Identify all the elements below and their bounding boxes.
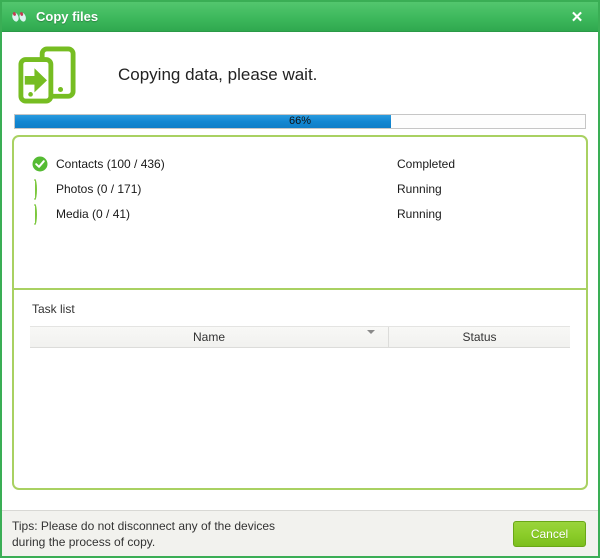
list-item: Photos (0 / 171) Running [32, 176, 568, 201]
window-title: Copy files [36, 9, 98, 24]
column-status-label: Status [462, 330, 496, 344]
progress-bar: 66% [14, 114, 586, 129]
tips-line2: during the process of copy. [12, 534, 275, 550]
list-item: Contacts (100 / 436) Completed [32, 151, 568, 176]
progress-percent-label: 66% [15, 115, 585, 128]
titlebar: Copy files ✕ [2, 2, 598, 32]
column-name-label: Name [193, 330, 225, 344]
progress-wrap: 66% [2, 110, 598, 129]
task-list-title: Task list [30, 300, 570, 326]
category-status: Running [397, 182, 442, 196]
category-status: Completed [397, 157, 455, 171]
cancel-button-label: Cancel [531, 527, 568, 541]
copy-files-dialog: Copy files ✕ Copying data, please wait. … [0, 0, 600, 558]
check-circle-icon [32, 156, 48, 172]
copy-status-message: Copying data, please wait. [118, 65, 317, 85]
spinner-icon [32, 181, 48, 197]
category-status-list: Contacts (100 / 436) Completed Photos (0… [14, 137, 586, 288]
close-icon: ✕ [571, 8, 584, 26]
category-status: Running [397, 207, 442, 221]
transfer-panel: Contacts (100 / 436) Completed Photos (0… [12, 135, 588, 490]
close-button[interactable]: ✕ [560, 2, 594, 32]
task-list-section: Task list Name Status [14, 290, 586, 488]
footer: Tips: Please do not disconnect any of th… [2, 510, 598, 556]
column-header-status[interactable]: Status [389, 327, 570, 347]
tips-text: Tips: Please do not disconnect any of th… [12, 518, 275, 550]
copy-header: Copying data, please wait. [2, 32, 598, 110]
task-table-header: Name Status [30, 326, 570, 348]
cancel-button[interactable]: Cancel [513, 521, 586, 547]
tips-line1: Tips: Please do not disconnect any of th… [12, 518, 275, 534]
column-header-name[interactable]: Name [30, 327, 389, 347]
category-label: Media (0 / 41) [56, 207, 130, 221]
sort-dropdown-icon[interactable] [367, 334, 376, 342]
app-logo-icon [10, 8, 28, 26]
category-label: Contacts (100 / 436) [56, 157, 165, 171]
device-transfer-icon [18, 46, 76, 104]
list-item: Media (0 / 41) Running [32, 201, 568, 226]
spinner-icon [32, 206, 48, 222]
task-table-body [30, 348, 570, 488]
category-label: Photos (0 / 171) [56, 182, 141, 196]
